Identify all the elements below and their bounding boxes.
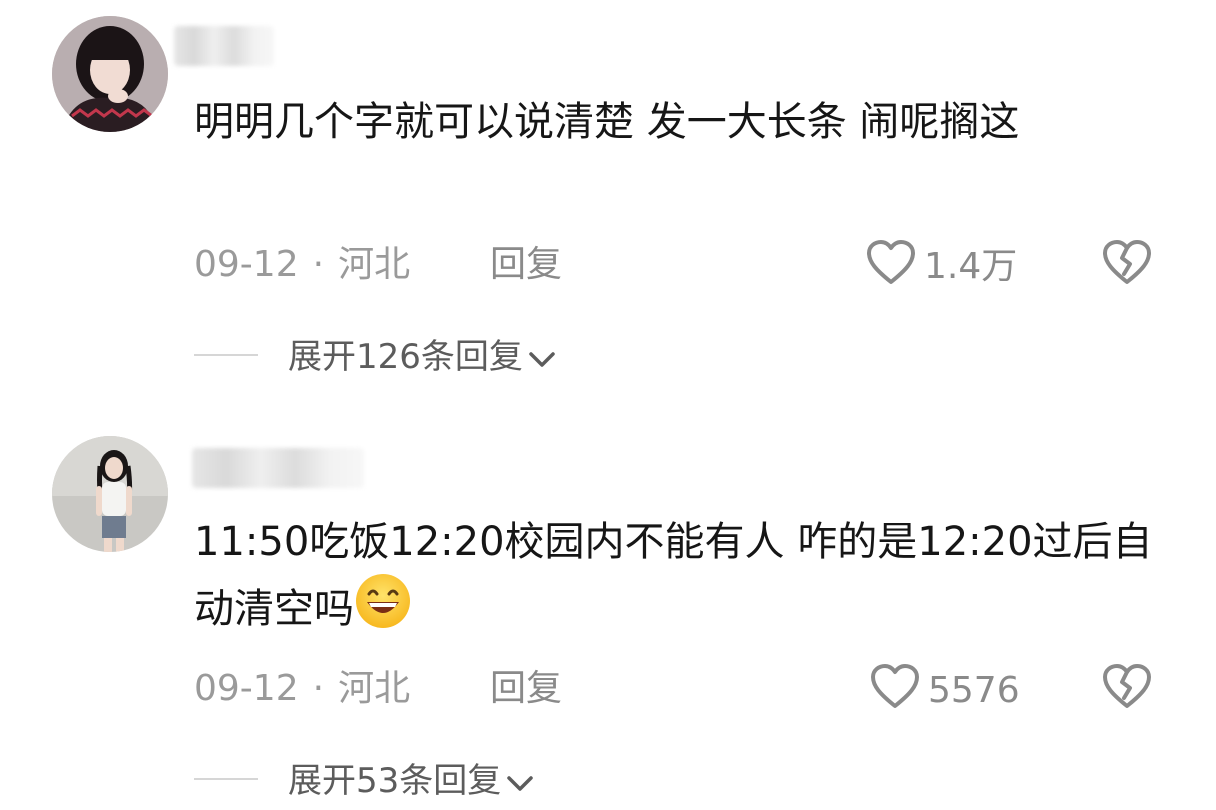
chevron-down-icon [529,352,555,367]
comment-text: 明明几个字就可以说清楚 发一大长条 闹呢搁这 [194,92,1164,152]
comment-location: 河北 [338,668,411,709]
comment-text: 11:50吃饭12:20校园内不能有人 咋的是12:20过后自动清空吗 [194,512,1164,639]
comment-meta: 09-12 · 河北 [194,664,410,714]
like-button[interactable]: 1.4万 [866,240,1017,290]
chevron-down-icon [507,776,534,791]
like-button[interactable]: 5576 [870,664,1020,714]
reply-button[interactable]: 回复 [490,240,562,290]
comment-date: 09-12 [194,668,299,709]
user-avatar-icon [52,436,168,552]
dislike-button[interactable] [1102,664,1152,714]
username-redacted[interactable] [174,26,274,66]
broken-heart-icon [1103,240,1151,284]
reply-button[interactable]: 回复 [490,664,562,714]
comment-text-content: 明明几个字就可以说清楚 发一大长条 闹呢搁这 [194,99,1020,145]
avatar[interactable] [52,16,168,132]
avatar[interactable] [52,436,168,552]
meta-separator: · [312,244,325,285]
comment-text-content: 11:50吃饭12:20校园内不能有人 咋的是12:20过后自动清空吗 [194,519,1153,632]
expand-divider [194,778,258,780]
expand-replies-label: 展开53条回复 [288,761,502,801]
like-count: 1.4万 [924,246,1018,287]
expand-replies-button[interactable]: 展开53条回复 [194,756,535,806]
comment-date: 09-12 [194,244,299,285]
expand-replies-label: 展开126条回复 [288,337,523,377]
heart-outline-icon [871,664,919,708]
comment-meta: 09-12 · 河北 [194,240,410,290]
expand-divider [194,354,258,356]
username-redacted[interactable] [192,448,364,488]
comment-list: 明明几个字就可以说清楚 发一大长条 闹呢搁这 09-12 · 河北 回复 1.4万 … [0,0,1216,810]
meta-separator: · [312,668,325,709]
user-avatar-icon [52,16,168,132]
broken-heart-icon [1103,664,1151,708]
grinning-face-emoji [356,574,410,628]
like-count: 5576 [928,670,1020,711]
heart-outline-icon [867,240,915,284]
dislike-button[interactable] [1102,240,1152,290]
expand-replies-button[interactable]: 展开126条回复 [194,332,557,382]
comment-location: 河北 [338,244,411,285]
